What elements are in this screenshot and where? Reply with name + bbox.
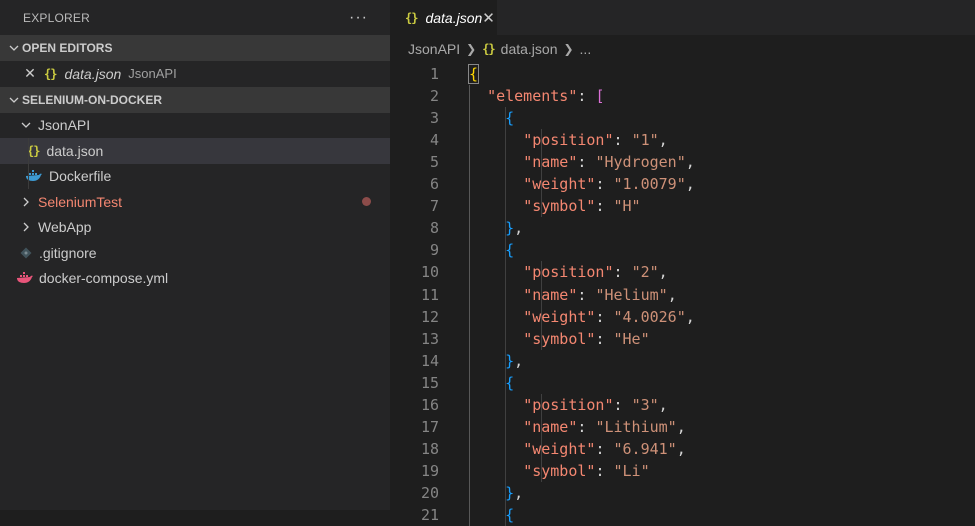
breadcrumb-more[interactable]: ... <box>580 41 592 57</box>
file-label: data.json <box>46 142 104 159</box>
folder-label: SeleniumTest <box>38 193 123 210</box>
code-text: "name": "Helium", <box>523 285 677 304</box>
chevron-right-icon: ❯ <box>563 42 574 56</box>
chevron-right-icon <box>18 194 34 210</box>
more-actions-icon[interactable]: ··· <box>349 9 368 27</box>
folder-seleniumtest[interactable]: SeleniumTest <box>0 189 390 215</box>
line-number: 13 <box>420 329 439 348</box>
json-file-icon: {} <box>405 10 418 25</box>
chevron-right-icon: ❯ <box>466 42 477 56</box>
line-number: 6 <box>429 175 439 194</box>
file-label: Dockerfile <box>49 168 112 185</box>
code-text: }, <box>505 483 524 502</box>
breadcrumb-folder[interactable]: JsonAPI <box>408 41 460 57</box>
project-label: SELENIUM-ON-DOCKER <box>22 92 162 107</box>
file-gitignore[interactable]: .gitignore <box>0 240 390 266</box>
code-text: { <box>505 241 515 260</box>
tab-data-json[interactable]: {} data.json ✕ <box>390 0 497 35</box>
file-data-json[interactable]: {} data.json <box>0 138 390 164</box>
modified-indicator-dot <box>362 197 371 207</box>
line-number: 20 <box>420 483 439 502</box>
line-number: 19 <box>420 461 439 480</box>
file-dockerfile[interactable]: Dockerfile <box>0 163 390 189</box>
open-editors-label: OPEN EDITORS <box>22 41 113 55</box>
code-text: "position": "2", <box>523 263 668 282</box>
explorer-title: EXPLORER <box>23 10 90 25</box>
json-file-icon: {} <box>482 42 495 56</box>
line-number: 14 <box>420 351 439 370</box>
line-number: 16 <box>420 395 439 414</box>
code-text: { <box>505 506 515 524</box>
folder-label: WebApp <box>38 219 92 236</box>
code-text: "name": "Hydrogen", <box>523 153 695 172</box>
line-number: 18 <box>420 439 439 458</box>
line-number: 12 <box>420 307 439 326</box>
code-editor[interactable]: 1{2 "elements": [3 {4 "position": "1", 5 … <box>390 63 975 526</box>
line-number: 5 <box>429 153 439 172</box>
tab-bar: {} data.json ✕ <box>390 0 975 35</box>
chevron-down-icon <box>6 92 22 108</box>
project-section-header[interactable]: SELENIUM-ON-DOCKER <box>0 86 390 113</box>
line-number: 11 <box>420 285 439 304</box>
folder-jsonapi[interactable]: JsonAPI <box>0 113 390 139</box>
open-editors-section-header[interactable]: OPEN EDITORS <box>0 35 390 61</box>
folder-webapp[interactable]: WebApp <box>0 215 390 241</box>
file-label: .gitignore <box>39 244 97 261</box>
file-label: docker-compose.yml <box>39 270 169 287</box>
tab-title: data.json <box>425 9 483 26</box>
line-number: 2 <box>429 87 439 106</box>
code-text: { <box>505 373 515 392</box>
file-docker-compose[interactable]: docker-compose.yml <box>0 266 390 292</box>
chevron-down-icon <box>18 117 34 133</box>
folder-label: JsonAPI <box>38 117 91 134</box>
code-text: "position": "1", <box>523 131 668 150</box>
breadcrumb: JsonAPI ❯ {} data.json ❯ ... <box>390 35 975 63</box>
code-text: { <box>505 109 515 128</box>
open-editor-item[interactable]: ✕ {} data.json JsonAPI <box>0 61 390 87</box>
explorer-sidebar: EXPLORER ··· OPEN EDITORS ✕ {} data.json… <box>0 0 390 510</box>
code-text: "elements": [ <box>487 87 605 106</box>
line-number: 3 <box>429 109 439 128</box>
line-number: 7 <box>429 197 439 216</box>
code-text: }, <box>505 351 524 370</box>
open-editor-folder: JsonAPI <box>128 66 177 82</box>
line-number: 8 <box>429 219 439 238</box>
line-number: 17 <box>420 417 439 436</box>
code-text: "weight": "1.0079", <box>523 175 695 194</box>
code-text: "weight": "4.0026", <box>523 307 695 326</box>
code-text: "position": "3", <box>523 395 668 414</box>
line-number: 21 <box>420 506 439 524</box>
code-text: "name": "Lithium", <box>523 417 686 436</box>
code-text: "symbol": "H" <box>523 197 641 216</box>
line-number: 4 <box>429 131 439 150</box>
code-text: }, <box>505 219 524 238</box>
indent-guide <box>28 138 29 164</box>
line-number: 9 <box>429 241 439 260</box>
code-text: { <box>467 64 480 84</box>
json-file-icon: {} <box>44 66 57 81</box>
editor-area: {} data.json ✕ JsonAPI ❯ {} data.json ❯ … <box>390 0 975 526</box>
git-icon <box>20 247 32 259</box>
explorer-header: EXPLORER ··· <box>0 0 390 35</box>
chevron-right-icon <box>18 219 34 235</box>
close-icon[interactable]: ✕ <box>482 9 495 27</box>
line-number: 10 <box>420 263 439 282</box>
code-text: "weight": "6.941", <box>523 439 686 458</box>
code-text: "symbol": "He" <box>523 329 650 348</box>
chevron-down-icon <box>6 40 22 56</box>
indent-guide <box>28 163 29 189</box>
line-number: 1 <box>429 65 439 83</box>
breadcrumb-file[interactable]: data.json <box>501 41 558 57</box>
close-icon[interactable]: ✕ <box>22 65 38 82</box>
docker-compose-icon <box>16 271 34 285</box>
code-text: "symbol": "Li" <box>523 461 650 480</box>
open-editor-filename: data.json <box>64 65 122 82</box>
line-number: 15 <box>420 373 439 392</box>
